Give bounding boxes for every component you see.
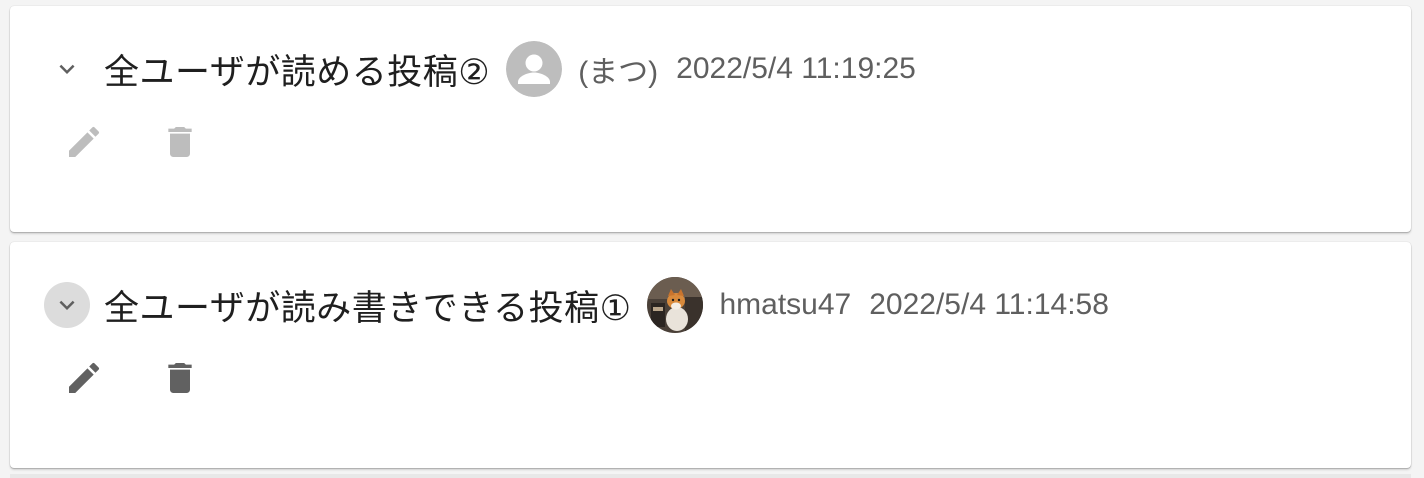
- post-timestamp: 2022/5/4 11:19:25: [676, 52, 916, 85]
- expand-button[interactable]: [44, 46, 90, 92]
- post-actions: [60, 118, 252, 166]
- post-card: 全ユーザが読み書きできる投稿① hmatsu47 2022/5/4 11:14:…: [10, 242, 1411, 468]
- chevron-down-icon: [59, 64, 75, 74]
- expand-button[interactable]: [44, 282, 90, 328]
- post-timestamp: 2022/5/4 11:14:58: [869, 288, 1109, 321]
- trash-icon: [168, 363, 192, 393]
- edit-button[interactable]: [60, 354, 108, 402]
- post-author: hmatsu47: [719, 288, 852, 321]
- post-list: 全ユーザが読める投稿② (まつ) 2022/5/4 11:19:25 全ユーザが…: [0, 0, 1424, 478]
- delete-button[interactable]: [156, 354, 204, 402]
- post-title: 全ユーザが読み書きできる投稿①: [104, 288, 632, 329]
- post-author: (まつ): [578, 56, 659, 89]
- chevron-down-icon: [59, 300, 75, 310]
- person-icon: [506, 41, 563, 97]
- post-title: 全ユーザが読める投稿②: [104, 52, 491, 93]
- pencil-icon: [69, 126, 100, 157]
- post-header: 全ユーザが読み書きできる投稿① hmatsu47 2022/5/4 11:14:…: [44, 274, 1109, 336]
- edit-button[interactable]: [60, 118, 108, 166]
- delete-button[interactable]: [156, 118, 204, 166]
- trash-icon: [168, 127, 192, 157]
- next-card-edge: [10, 474, 1411, 478]
- post-header: 全ユーザが読める投稿② (まつ) 2022/5/4 11:19:25: [44, 38, 916, 100]
- post-card: 全ユーザが読める投稿② (まつ) 2022/5/4 11:19:25: [10, 6, 1411, 232]
- pencil-icon: [69, 362, 100, 393]
- avatar: [506, 41, 563, 97]
- post-actions: [60, 354, 252, 402]
- user-photo-icon: [647, 277, 704, 333]
- avatar: [647, 277, 704, 333]
